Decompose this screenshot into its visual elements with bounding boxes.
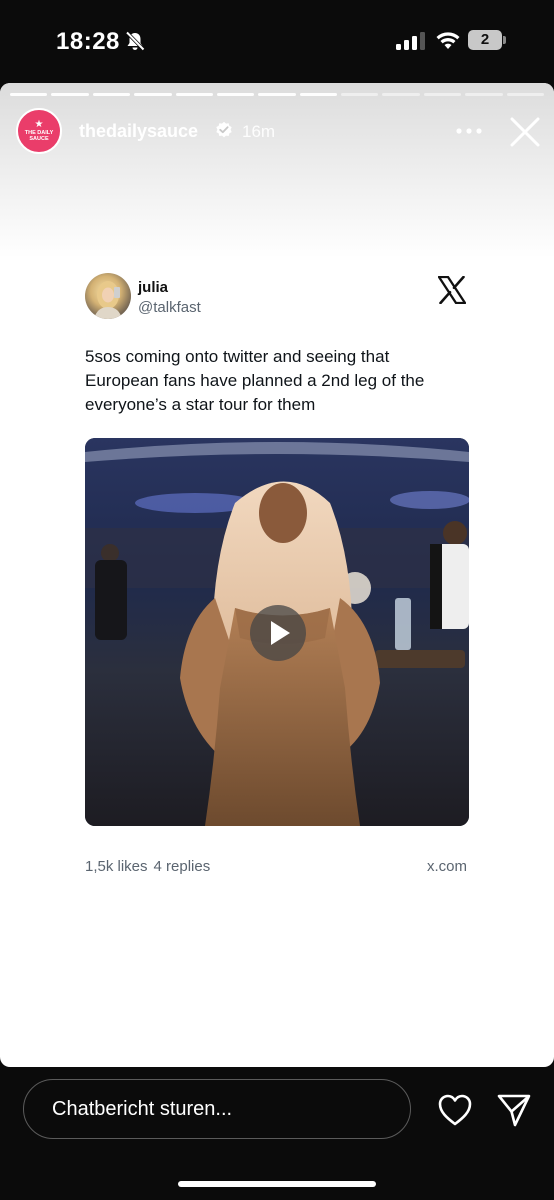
story-progress-segment [382,93,420,96]
account-username[interactable]: thedailysauce [79,121,198,142]
story-progress-segment [175,93,213,96]
home-indicator[interactable] [178,1181,376,1187]
wifi-icon [436,32,460,49]
story-progress-bar [10,93,544,96]
status-time: 18:28 [56,28,120,55]
send-icon[interactable] [496,1092,532,1128]
tweet-author-avatar [85,273,131,319]
battery-icon: 2 [468,30,506,50]
tweet-source-link[interactable]: x.com [427,858,467,875]
battery-level: 2 [480,31,490,48]
story-progress-segment [134,93,172,96]
story-progress-segment [299,93,338,96]
more-icon[interactable] [455,127,483,135]
story-progress-segment [506,93,544,96]
story-progress-segment [423,93,462,96]
story-progress-segment [216,93,255,96]
cellular-signal-icon [396,32,425,50]
x-logo-icon [438,276,466,304]
tweet-likes: 1,5k likes [85,858,148,875]
story-progress-segment [341,93,379,96]
story-progress-segment [92,93,131,96]
tweet-text-line: everyone’s a star tour for them [85,395,316,414]
tweet-text-line: European fans have planned a 2nd leg of … [85,371,425,390]
tweet-replies: 4 replies [153,858,211,875]
story-progress-segment [258,93,296,96]
avatar-logo-text: THE DAILY SAUCE [24,130,54,142]
play-button[interactable] [250,605,306,661]
message-input[interactable]: Chatbericht sturen... [23,1079,411,1139]
status-bar: 18:28 2 [0,0,554,80]
verified-badge-icon [216,121,232,138]
story-progress-segment [465,93,503,96]
tweet-author-name: julia [138,279,169,296]
story-card[interactable]: ★ THE DAILY SAUCE thedailysauce 16m juli… [0,83,554,1067]
tweet-text-line: 5sos coming onto twitter and seeing that [85,347,390,366]
tweet-video[interactable] [85,438,469,826]
heart-icon[interactable] [437,1093,473,1127]
story-progress-segment [10,93,48,96]
tweet-stats: 1,5k likes 4 replies [85,858,216,875]
bell-slash-icon [125,31,145,51]
play-icon [271,621,290,645]
post-time: 16m [242,122,276,141]
account-avatar[interactable]: ★ THE DAILY SAUCE [16,108,62,154]
story-header-gradient [0,83,554,258]
message-input-placeholder: Chatbericht sturen... [52,1098,233,1120]
close-icon[interactable] [509,116,541,148]
tweet-text: 5sos coming onto twitter and seeing that… [85,345,465,417]
tweet-author-handle: @talkfast [138,299,201,316]
story-progress-segment [51,93,89,96]
